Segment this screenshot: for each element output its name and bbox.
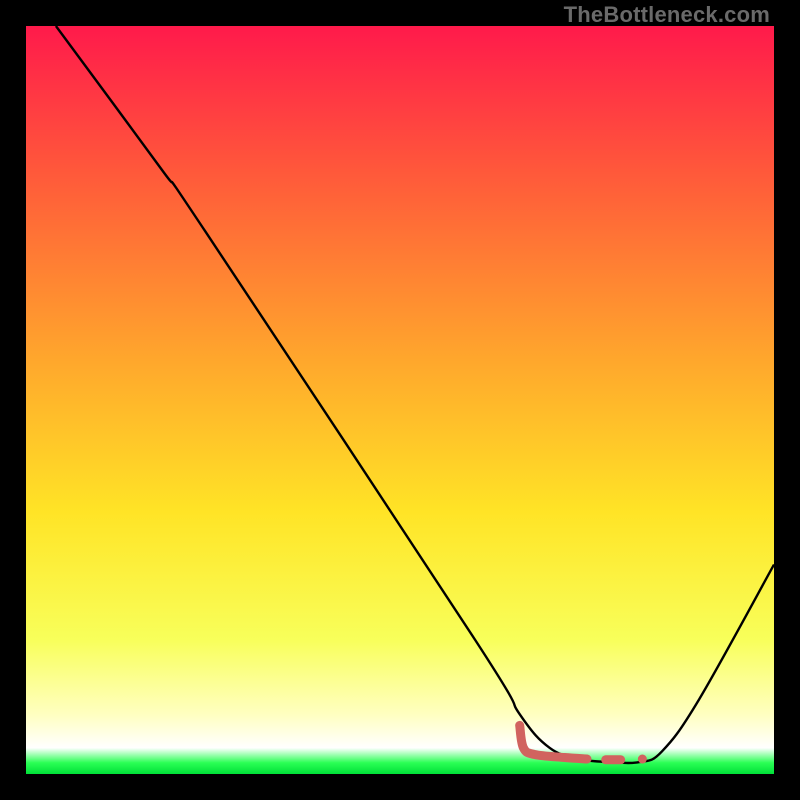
chart-frame xyxy=(26,26,774,774)
bottleneck-chart xyxy=(26,26,774,774)
optimal-point-dot xyxy=(638,755,647,764)
watermark-text: TheBottleneck.com xyxy=(564,2,770,28)
